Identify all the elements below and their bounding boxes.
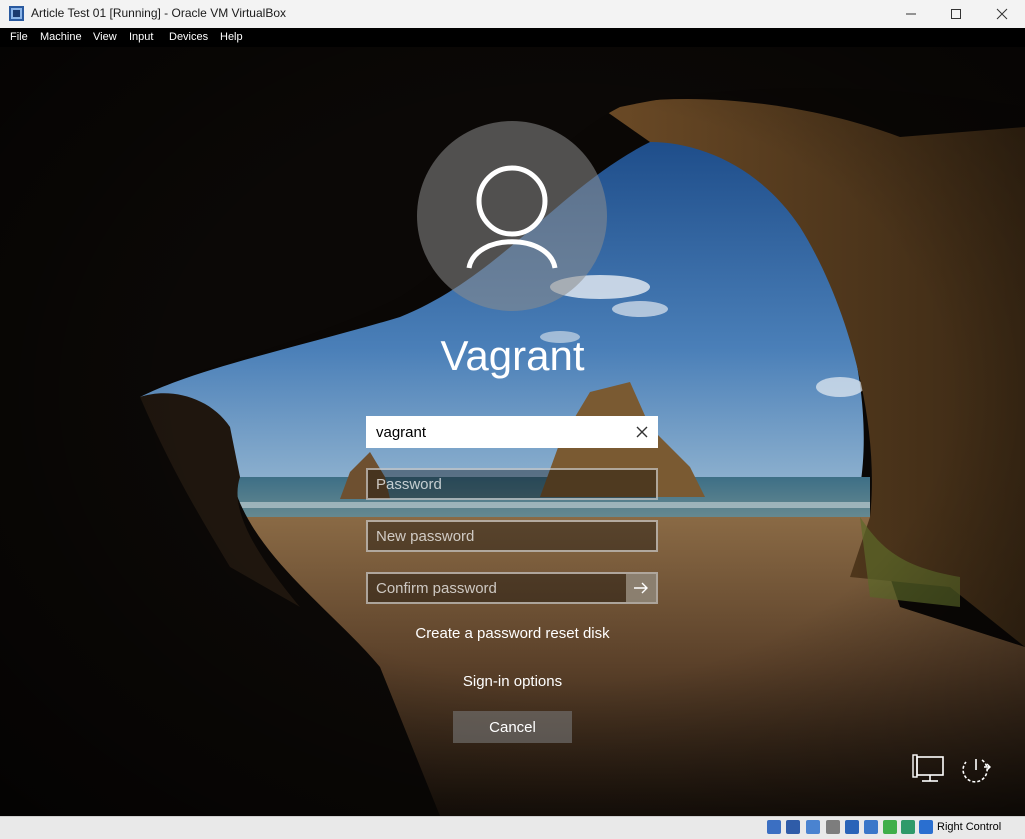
host-key-label: Right Control <box>937 821 1002 833</box>
window-titlebar[interactable]: Article Test 01 [Running] - Oracle VM Vi… <box>0 0 1025 28</box>
menu-help[interactable]: Help <box>220 31 243 43</box>
network-adapter-icon[interactable] <box>826 820 840 834</box>
arrow-right-icon <box>634 582 648 594</box>
keyboard-icon[interactable] <box>919 820 933 834</box>
usb-icon[interactable] <box>845 820 859 834</box>
hard-disk-icon[interactable] <box>767 820 781 834</box>
virtualbox-icon <box>9 6 24 21</box>
clear-icon[interactable] <box>634 424 650 440</box>
submit-button[interactable] <box>626 574 656 602</box>
confirm-password-field[interactable] <box>366 572 658 604</box>
minimize-icon <box>906 13 916 15</box>
audio-icon[interactable] <box>806 820 820 834</box>
power-icon[interactable] <box>958 753 994 787</box>
menu-view[interactable]: View <box>93 31 117 43</box>
minimize-button[interactable] <box>888 0 934 28</box>
status-bar: Right Control <box>0 816 1025 839</box>
shared-folders-icon[interactable] <box>864 820 878 834</box>
new-password-input[interactable] <box>376 522 616 550</box>
close-button[interactable] <box>979 0 1025 28</box>
password-field[interactable] <box>366 468 658 500</box>
username-field[interactable] <box>366 416 658 448</box>
vm-display[interactable]: Vagrant Create a password reset disk Sig… <box>0 47 1025 816</box>
cancel-button[interactable]: Cancel <box>453 711 572 743</box>
password-input[interactable] <box>376 470 616 498</box>
menu-devices[interactable]: Devices <box>169 31 208 43</box>
window-title: Article Test 01 [Running] - Oracle VM Vi… <box>31 6 286 20</box>
menu-bar: File Machine View Input Devices Help <box>0 28 1025 47</box>
menu-machine[interactable]: Machine <box>40 31 82 43</box>
recording-icon[interactable] <box>901 820 915 834</box>
display-icon[interactable] <box>883 820 897 834</box>
menu-input[interactable]: Input <box>129 31 153 43</box>
maximize-button[interactable] <box>933 0 979 28</box>
confirm-password-input[interactable] <box>376 574 616 602</box>
username-input[interactable] <box>376 418 616 446</box>
menu-file[interactable]: File <box>10 31 28 43</box>
maximize-icon <box>951 9 961 19</box>
close-icon <box>996 8 1008 20</box>
new-password-field[interactable] <box>366 520 658 552</box>
password-reset-disk-link[interactable]: Create a password reset disk <box>0 625 1025 642</box>
optical-drive-icon[interactable] <box>786 820 800 834</box>
user-avatar <box>417 121 607 311</box>
user-avatar-icon <box>466 165 558 269</box>
user-display-name: Vagrant <box>440 332 585 379</box>
network-icon[interactable] <box>911 753 947 787</box>
signin-options-link[interactable]: Sign-in options <box>0 673 1025 690</box>
